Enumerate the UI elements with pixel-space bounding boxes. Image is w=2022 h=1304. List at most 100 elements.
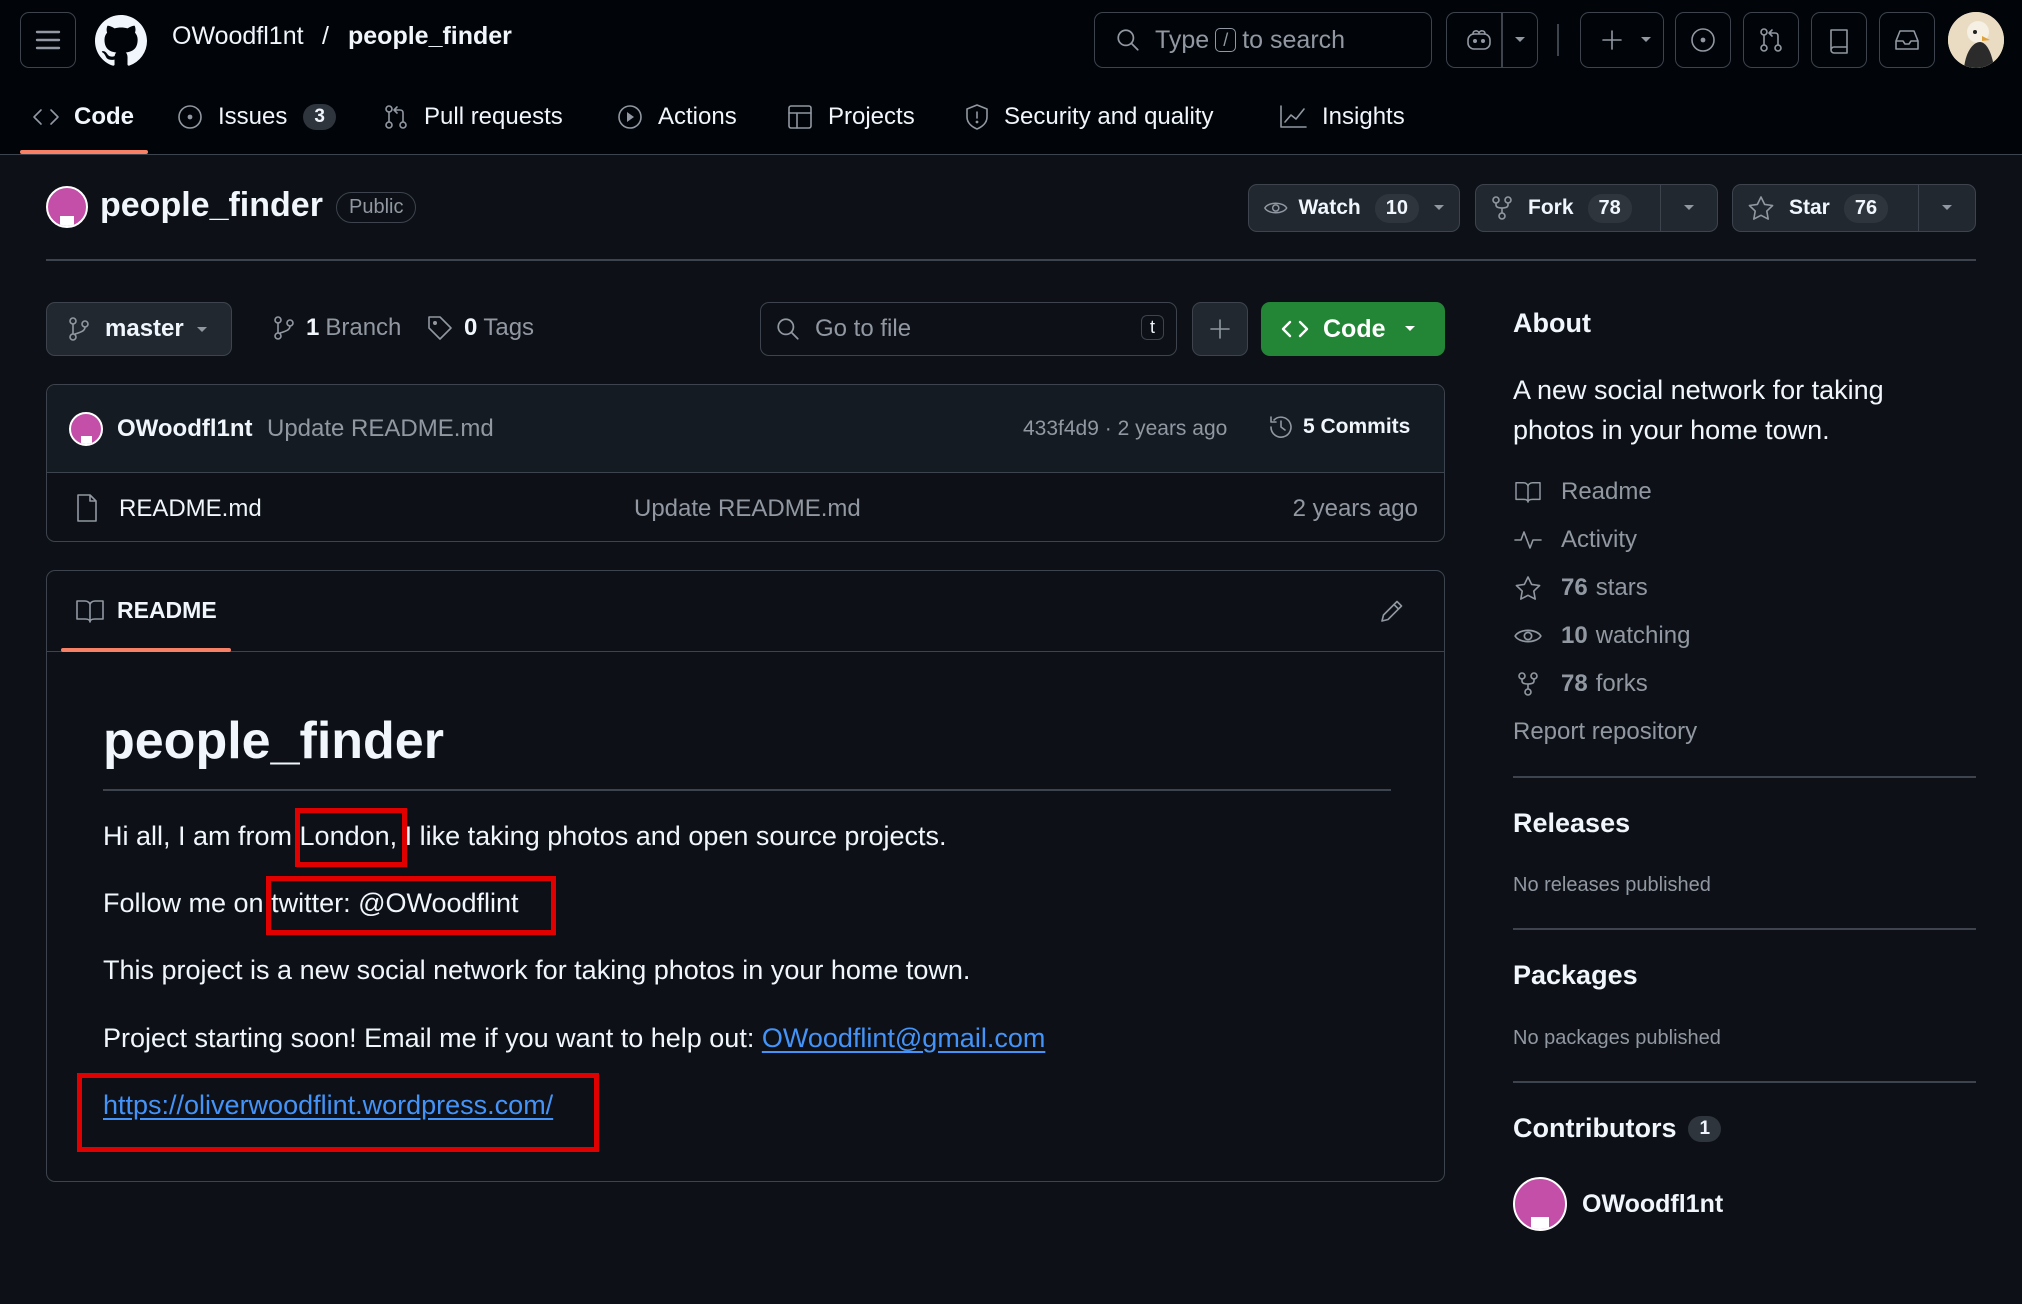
search-shortcut-key: / xyxy=(1215,28,1237,52)
repo-icon xyxy=(1830,29,1848,54)
file-commit-message[interactable]: Update README.md xyxy=(634,495,861,523)
star-button[interactable]: Star 76 xyxy=(1733,185,1918,231)
readme-email-link[interactable]: OWoodflint@gmail.com xyxy=(762,1023,1046,1053)
highlight-box-website xyxy=(77,1073,599,1152)
sidebar-item-stars[interactable]: 76 stars xyxy=(1513,574,1648,602)
commits-count-label: 5 Commits xyxy=(1303,415,1411,438)
readme-tab[interactable]: README xyxy=(75,597,217,624)
user-avatar[interactable] xyxy=(1948,12,2004,68)
sidebar-item-readme[interactable]: Readme xyxy=(1513,478,1652,506)
issues-count-badge: 3 xyxy=(303,104,336,130)
readme-title: people_finder xyxy=(103,712,444,770)
packages-heading[interactable]: Packages xyxy=(1513,960,1638,991)
commit-hash-time[interactable]: 433f4d9 · 2 years ago xyxy=(1023,417,1227,441)
tab-security-label: Security and quality xyxy=(1004,103,1214,130)
readme-line-4-text: Project starting soon! Email me if you w… xyxy=(103,1023,762,1053)
contributors-heading[interactable]: Contributors 1 xyxy=(1513,1113,1722,1144)
contributor-name[interactable]: OWoodfl1nt xyxy=(1582,1190,1723,1219)
file-row[interactable]: README.md Update README.md 2 years ago xyxy=(47,473,1444,541)
branch-selector[interactable]: master xyxy=(46,302,232,356)
stars-label: stars xyxy=(1595,574,1648,601)
go-to-file-placeholder: Go to file xyxy=(815,315,912,342)
tags-link[interactable]: 0 Tags xyxy=(426,314,534,342)
contributor-avatar[interactable] xyxy=(1513,1177,1567,1231)
tab-issues[interactable]: Issues 3 xyxy=(176,96,336,138)
owner-link[interactable]: OWoodfl1nt xyxy=(172,22,304,51)
search-icon xyxy=(777,318,799,340)
tab-pull-requests[interactable]: Pull requests xyxy=(382,96,563,138)
fork-dropdown[interactable] xyxy=(1661,185,1717,231)
pull-requests-shortcut-button[interactable] xyxy=(1743,12,1799,68)
sidebar-divider xyxy=(1513,1081,1976,1083)
commit-message[interactable]: Update README.md xyxy=(267,415,494,443)
create-new-button[interactable] xyxy=(1580,12,1664,68)
star-dropdown[interactable] xyxy=(1919,185,1975,231)
sidebar-item-watching[interactable]: 10 watching xyxy=(1513,622,1690,650)
tab-security[interactable]: Security and quality xyxy=(964,96,1213,138)
copilot-button[interactable] xyxy=(1446,12,1538,68)
add-file-button[interactable] xyxy=(1192,302,1248,356)
releases-heading[interactable]: Releases xyxy=(1513,808,1630,839)
chevron-down-icon xyxy=(197,327,207,332)
visibility-badge: Public xyxy=(336,192,417,223)
repo-title[interactable]: people_finder xyxy=(100,186,323,225)
sidebar-item-activity[interactable]: Activity xyxy=(1513,526,1637,554)
fork-button-group: Fork 78 xyxy=(1475,184,1718,232)
code-download-button[interactable]: Code xyxy=(1261,302,1445,356)
eye-icon xyxy=(1264,202,1288,214)
repositories-shortcut-button[interactable] xyxy=(1811,12,1867,68)
latest-commit-row: OWoodfl1nt Update README.md 433f4d9 · 2 … xyxy=(47,385,1444,473)
tab-insights[interactable]: Insights xyxy=(1278,96,1405,138)
readme-line-3: This project is a new social network for… xyxy=(103,955,971,985)
header-divider xyxy=(1557,24,1559,56)
star-button-group: Star 76 xyxy=(1732,184,1976,232)
releases-text: No releases published xyxy=(1513,874,1711,896)
github-logo-icon[interactable] xyxy=(95,15,147,67)
tab-actions[interactable]: Actions xyxy=(616,96,737,138)
tab-projects[interactable]: Projects xyxy=(786,96,915,138)
branches-count: 1 xyxy=(306,314,320,341)
pull-request-icon xyxy=(385,105,407,129)
table-icon xyxy=(788,105,812,129)
packages-text: No packages published xyxy=(1513,1027,1721,1049)
stars-count: 76 xyxy=(1561,574,1588,601)
watch-dropdown[interactable] xyxy=(1419,185,1459,231)
watch-button[interactable]: Watch 10 xyxy=(1249,185,1419,231)
repo-owner-avatar[interactable] xyxy=(46,186,88,228)
chevron-down-icon xyxy=(1405,326,1415,331)
search-input[interactable]: Type / to search xyxy=(1094,12,1432,68)
sidebar-item-forks[interactable]: 78 forks xyxy=(1513,670,1648,698)
fork-button[interactable]: Fork 78 xyxy=(1476,185,1660,231)
chevron-down-icon xyxy=(1515,37,1525,42)
inbox-button[interactable] xyxy=(1879,12,1935,68)
star-label: Star xyxy=(1789,196,1830,219)
commits-history-link[interactable]: 5 Commits xyxy=(1267,413,1410,441)
tab-projects-label: Projects xyxy=(828,103,915,130)
sidebar-item-activity-label: Activity xyxy=(1561,526,1638,553)
watch-label: Watch xyxy=(1298,196,1361,219)
history-icon xyxy=(1270,416,1292,438)
go-to-file-input[interactable]: Go to file t xyxy=(760,302,1177,356)
readme-line-1-rest: , I like taking photos and open source p… xyxy=(389,821,947,851)
commit-author-avatar[interactable] xyxy=(69,412,103,446)
graph-icon xyxy=(1280,105,1307,128)
branches-link[interactable]: 1 Branch xyxy=(272,314,401,342)
report-repository-link[interactable]: Report repository xyxy=(1513,718,1697,746)
pencil-icon[interactable] xyxy=(1378,597,1406,625)
tab-issues-label: Issues xyxy=(218,103,288,130)
menu-button[interactable] xyxy=(20,12,76,68)
search-prefix: Type xyxy=(1155,25,1210,54)
branch-icon xyxy=(69,317,89,341)
fork-label: Fork xyxy=(1528,196,1574,219)
file-name[interactable]: README.md xyxy=(119,495,262,523)
sidebar-divider xyxy=(1513,776,1976,778)
go-to-file-shortcut: t xyxy=(1140,315,1164,340)
tags-count: 0 xyxy=(464,314,478,341)
star-icon xyxy=(1515,576,1541,600)
issues-shortcut-button[interactable] xyxy=(1675,12,1731,68)
highlight-box-twitter xyxy=(266,876,556,935)
repo-link[interactable]: people_finder xyxy=(348,22,512,51)
tab-code[interactable]: Code xyxy=(32,96,134,138)
commit-author[interactable]: OWoodfl1nt xyxy=(117,415,253,443)
user-avatar-icon xyxy=(1948,12,2004,68)
